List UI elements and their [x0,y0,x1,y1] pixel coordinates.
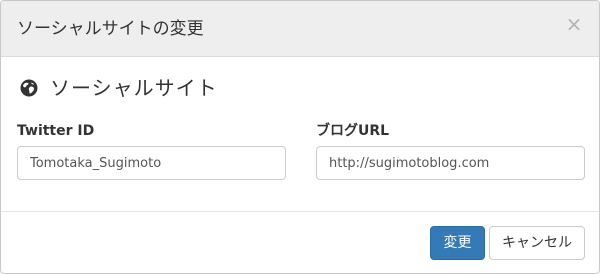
dialog-footer: 変更 キャンセル [1,211,599,273]
close-button[interactable]: × [565,13,583,35]
blog-url-label: ブログURL [316,123,390,139]
section-title: ソーシャルサイト [50,76,218,100]
blog-url-input[interactable] [316,146,585,180]
cancel-button[interactable]: キャンセル [489,226,585,260]
section-heading: ソーシャルサイト [20,74,218,102]
dialog-header: ソーシャルサイトの変更 × [1,1,599,57]
globe-icon [20,79,38,97]
social-site-dialog: ソーシャルサイトの変更 × ソーシャルサイト Twitter ID ブログURL… [0,0,600,274]
save-button[interactable]: 変更 [430,226,485,260]
twitter-id-label: Twitter ID [17,123,95,139]
twitter-id-input[interactable] [17,146,286,180]
dialog-title: ソーシャルサイトの変更 [17,19,204,39]
